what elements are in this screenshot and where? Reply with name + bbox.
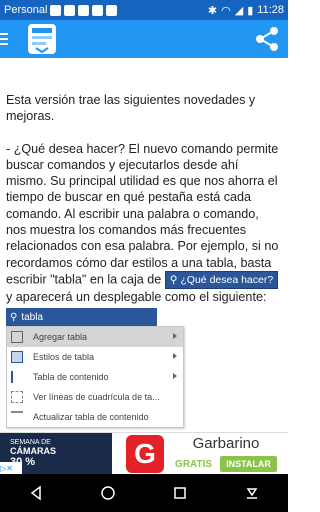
table-icon	[11, 331, 23, 343]
dropdown-item-label: Actualizar tabla de contenido	[33, 412, 149, 422]
carrier-label: Personal	[4, 4, 48, 16]
app-bar	[0, 20, 288, 58]
dropdown-item: Ver líneas de cuadrícula de ta...	[7, 387, 183, 407]
facebook-icon-3	[92, 4, 104, 16]
app-notification-icon	[106, 4, 118, 16]
dropdown-item-label: Estilos de tabla	[33, 352, 95, 362]
table-style-icon	[11, 351, 23, 363]
ad-logo: G	[126, 434, 164, 473]
dropdown-item: Estilos de tabla	[7, 347, 183, 367]
message-icon	[50, 4, 62, 16]
toc-icon	[11, 371, 23, 383]
inline-search-box: ⚲ ¿Qué desea hacer?	[164, 270, 279, 289]
facebook-icon-2	[78, 4, 90, 16]
paragraph-part-a: - ¿Qué desea hacer? El nuevo comando per…	[6, 141, 279, 287]
navigation-bar	[0, 474, 288, 512]
lightbulb-icon: ⚲	[10, 311, 18, 323]
submenu-arrow-icon	[173, 373, 177, 379]
dropdown-item: Tabla de contenido	[7, 367, 183, 387]
inline-search-label: ¿Qué desea hacer?	[180, 273, 274, 286]
ad-title: Garbarino	[192, 435, 260, 452]
menu-button[interactable]	[0, 20, 16, 58]
gridlines-icon	[11, 391, 23, 403]
intro-text: Esta versión trae las siguientes novedad…	[6, 93, 256, 124]
share-icon[interactable]	[254, 26, 280, 52]
example-dropdown: Agregar tabla Estilos de tabla Tabla de …	[6, 326, 184, 428]
dropdown-item: Agregar tabla	[7, 327, 183, 347]
adchoices-icon[interactable]: ▷✕	[0, 462, 22, 474]
bluetooth-icon: ✱	[207, 4, 218, 17]
ad-info: Garbarino GRATIS INSTALAR	[164, 435, 288, 472]
ad-left-line: SEMANA DE	[10, 439, 51, 446]
status-bar: Personal ✱ ◠ ◢ ▮ 11:28	[0, 0, 288, 20]
description-paragraph: - ¿Qué desea hacer? El nuevo comando per…	[6, 141, 282, 306]
example-search-bar: ⚲ tabla	[6, 308, 157, 326]
article-content: Esta versión trae las siguientes novedad…	[6, 92, 282, 321]
install-button[interactable]: INSTALAR	[220, 456, 277, 472]
ad-actions: GRATIS INSTALAR	[175, 456, 277, 472]
ad-banner[interactable]: SEMANA DE CÁMARAS 30 % G Garbarino GRATI…	[0, 432, 288, 475]
dropdown-item: Actualizar tabla de contenido	[7, 407, 183, 427]
refresh-toc-icon	[11, 411, 23, 423]
dropdown-item-label: Agregar tabla	[33, 332, 88, 342]
submenu-arrow-icon	[173, 353, 177, 359]
battery-icon: ▮	[247, 4, 254, 17]
ad-left-line: CÁMARAS	[10, 446, 56, 456]
lightbulb-icon: ⚲	[169, 273, 178, 286]
keyboard-toggle-icon[interactable]	[244, 485, 260, 501]
ad-free-label: GRATIS	[175, 458, 213, 470]
dropdown-item-label: Ver líneas de cuadrícula de ta...	[33, 392, 160, 402]
example-screenshot: ⚲ tabla Agregar tabla Estilos de tabla T…	[6, 308, 186, 433]
paragraph-part-b: y aparecerá un desplegable como el sigui…	[6, 289, 267, 304]
submenu-arrow-icon	[173, 333, 177, 339]
ad-left-line: 30 %	[10, 456, 36, 468]
clock: 11:28	[257, 4, 284, 16]
recent-apps-icon[interactable]	[172, 485, 188, 501]
facebook-icon	[64, 4, 76, 16]
app-logo-icon	[28, 24, 56, 54]
dropdown-item-label: Tabla de contenido	[33, 372, 109, 382]
example-search-value: tabla	[21, 311, 44, 323]
signal-icon: ◢	[234, 4, 244, 17]
home-icon[interactable]	[100, 485, 116, 501]
back-icon[interactable]	[28, 485, 44, 501]
wifi-icon: ◠	[221, 4, 231, 17]
